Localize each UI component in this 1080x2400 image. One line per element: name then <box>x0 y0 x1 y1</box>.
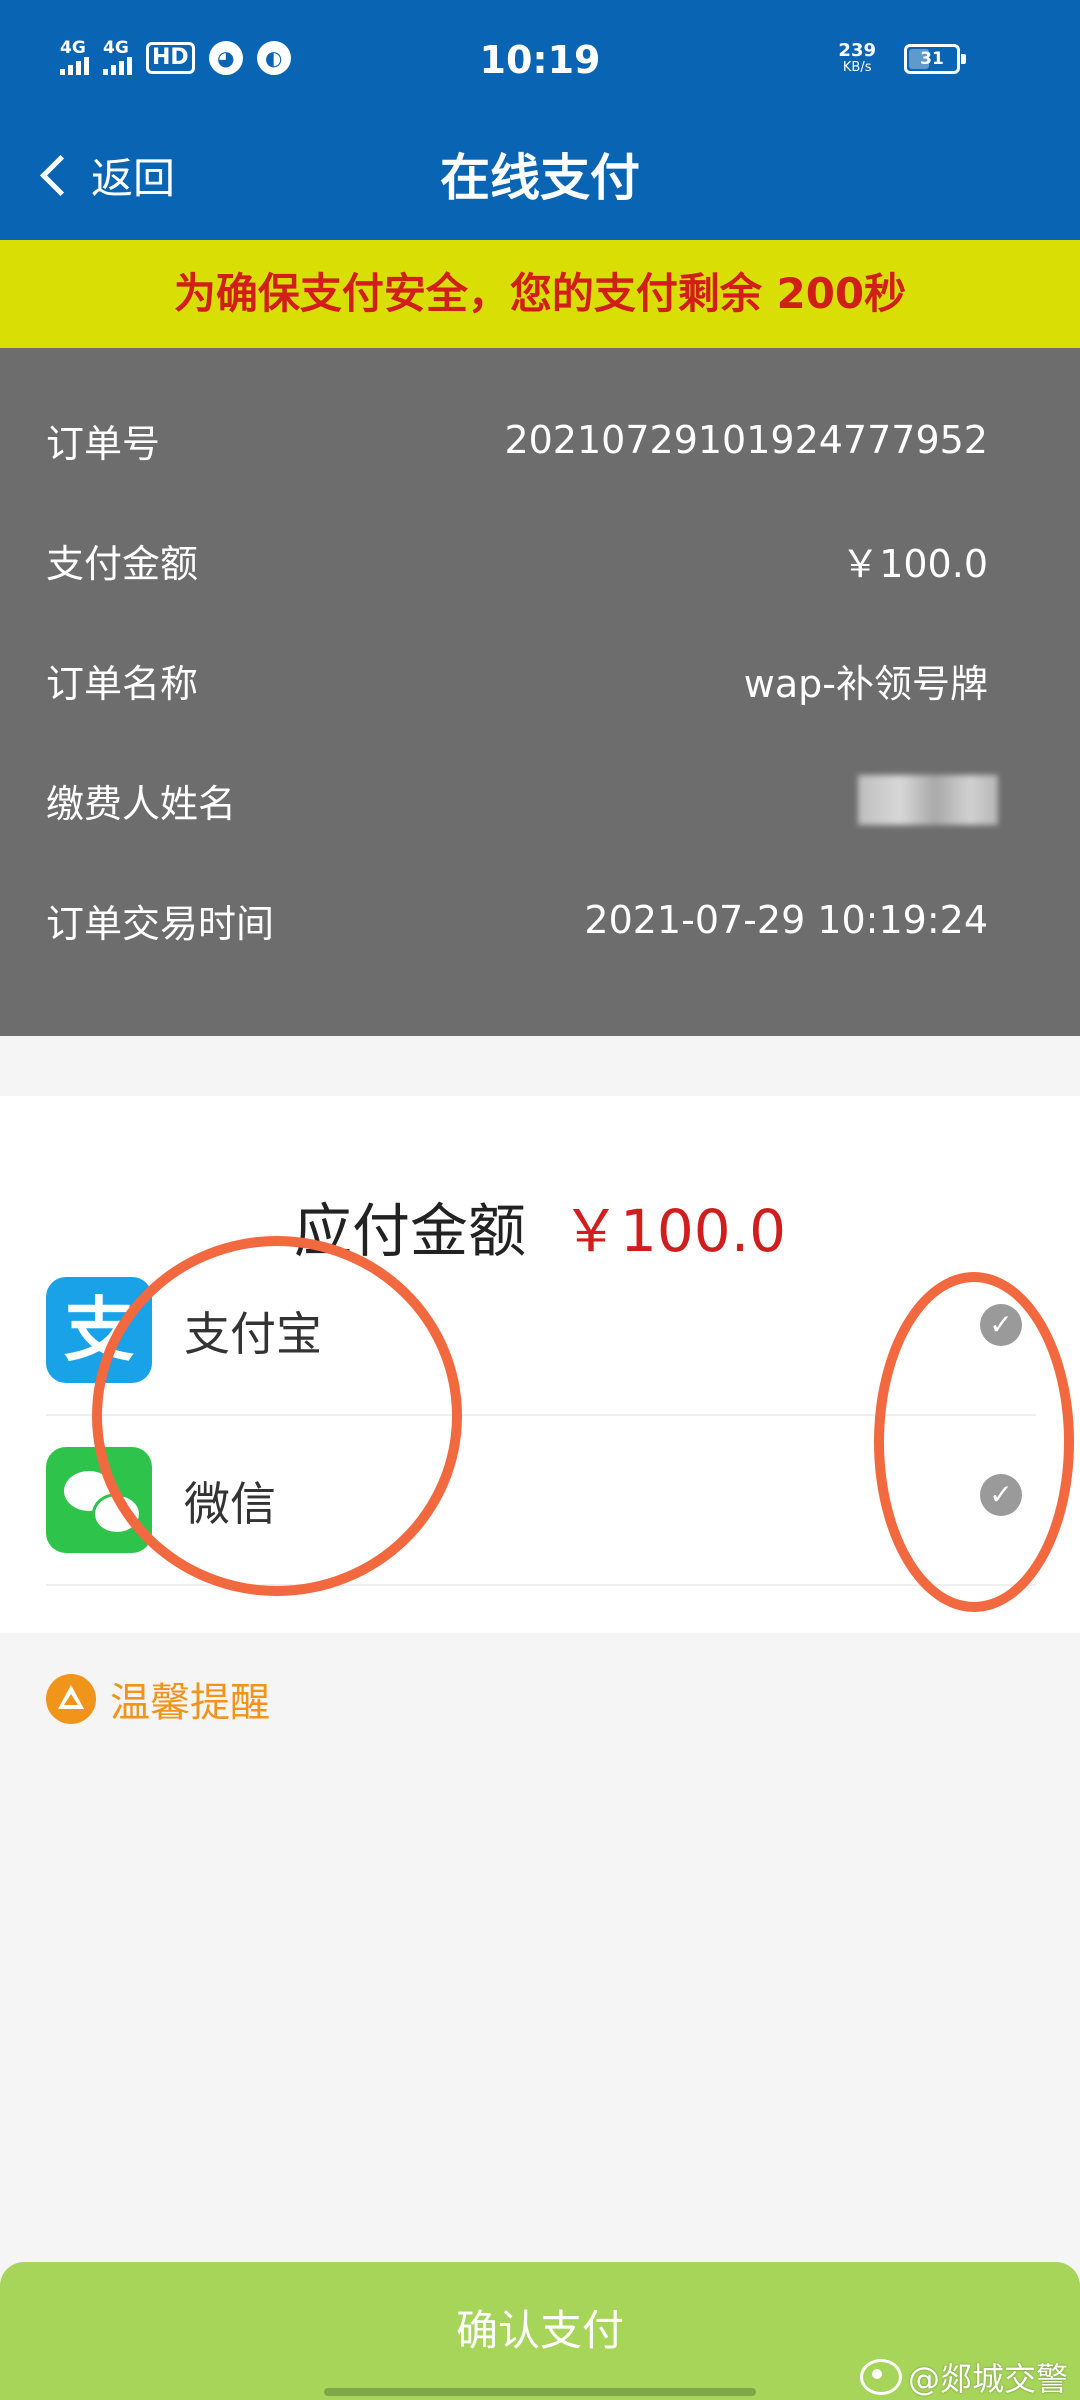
order-row-payer: 缴费人姓名 <box>46 770 998 830</box>
order-value: wap-补领号牌 <box>743 661 988 706</box>
network-speed-unit: KB/s <box>842 60 872 75</box>
order-row-name: 订单名称 wap-补领号牌 <box>46 650 988 710</box>
countdown-value: 200秒 <box>776 269 907 318</box>
order-info: 订单号 20210729101924777952 支付金额 ￥100.0 订单名… <box>0 348 1080 1036</box>
tip-label: 温馨提醒 <box>110 1680 270 1726</box>
order-value: 2021-07-29 10:19:24 <box>584 898 988 942</box>
order-row-time: 订单交易时间 2021-07-29 10:19:24 <box>46 890 988 950</box>
annotation-circle-right <box>874 1272 1074 1612</box>
countdown-text: 为确保支付安全，您的支付剩余 <box>173 269 777 318</box>
payer-name-redacted <box>858 775 998 825</box>
order-label: 订单号 <box>46 421 161 466</box>
top-bar: 4G 4G HD ◕ ◐ 10:19 239 KB/s 31 返回 在线支付 <box>0 0 1080 240</box>
order-value: 20210729101924777952 <box>504 418 988 462</box>
network-speed-value: 239 <box>838 40 876 61</box>
network-speed: 239 KB/s <box>838 42 876 76</box>
page-title: 在线支付 <box>440 149 640 207</box>
battery-icon: 31 <box>904 44 966 74</box>
weibo-icon <box>859 2359 902 2395</box>
status-bar: 4G 4G HD ◕ ◐ 10:19 239 KB/s 31 <box>0 0 1080 125</box>
order-label: 支付金额 <box>46 541 199 586</box>
status-right: 239 KB/s 31 <box>838 42 966 76</box>
order-value: ￥100.0 <box>841 541 988 586</box>
order-label: 缴费人姓名 <box>46 781 237 826</box>
order-label: 订单交易时间 <box>46 901 275 946</box>
order-row-amount: 支付金额 ￥100.0 <box>46 530 988 590</box>
watermark-text: @郯城交警 <box>907 2360 1068 2398</box>
order-row-number: 订单号 20210729101924777952 <box>46 410 988 470</box>
home-indicator[interactable] <box>324 2388 756 2396</box>
amount-due: 应付金额 ￥100.0 <box>0 1184 1080 1268</box>
watermark: @郯城交警 <box>859 2354 1068 2400</box>
payment-section: 应付金额 ￥100.0 支 支付宝 ✓ 微信 ✓ <box>0 1096 1080 1633</box>
amount-due-value: ￥100.0 <box>561 1197 787 1265</box>
order-label: 订单名称 <box>46 661 199 706</box>
tip-notice[interactable]: 温馨提醒 <box>46 1670 270 1728</box>
divider <box>46 1584 1036 1586</box>
warning-icon <box>46 1674 96 1724</box>
battery-level: 31 <box>920 49 944 69</box>
countdown-banner: 为确保支付安全，您的支付剩余 200秒 <box>0 240 1080 348</box>
annotation-circle-left <box>92 1236 462 1596</box>
